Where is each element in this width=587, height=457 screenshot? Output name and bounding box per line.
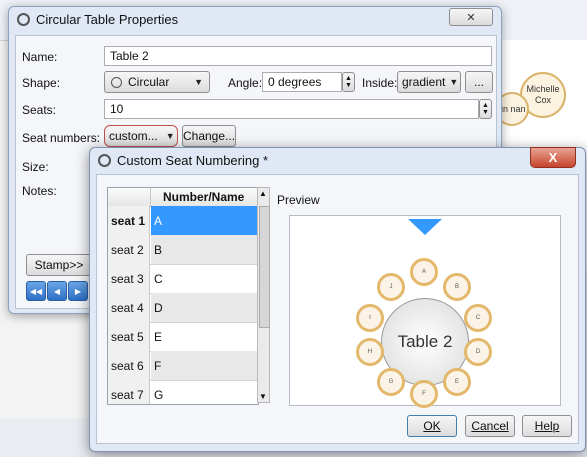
preview-seat: C xyxy=(464,304,492,332)
preview-seat: J xyxy=(377,273,405,301)
row-label: seat 4 xyxy=(108,293,150,322)
gear-icon xyxy=(17,13,30,26)
row-value-cell[interactable]: C xyxy=(151,264,258,293)
row-label: seat 7 xyxy=(108,380,150,404)
inside-label: Inside: xyxy=(362,76,398,90)
inside-dropdown[interactable]: gradient ▼ xyxy=(397,71,461,93)
stamp-button[interactable]: Stamp>> xyxy=(26,254,92,276)
name-label: Name: xyxy=(22,50,58,64)
table-row[interactable]: seat 2 B xyxy=(108,235,258,265)
row-value-cell[interactable]: A xyxy=(151,206,258,235)
grid-scrollbar[interactable]: ▲ ▼ xyxy=(257,187,270,403)
table-row[interactable]: seat 5 E xyxy=(108,322,258,352)
preview-seat: G xyxy=(377,368,405,396)
inside-value: gradient xyxy=(402,75,446,89)
seats-input[interactable]: 10 xyxy=(104,99,479,119)
custom-seat-numbering-dialog: Custom Seat Numbering * X Number/Name se… xyxy=(89,147,586,452)
preview-label: Preview xyxy=(277,193,320,207)
angle-input[interactable]: 0 degrees xyxy=(262,72,342,92)
scroll-up-icon[interactable]: ▲ xyxy=(259,189,267,198)
dialog-body: Number/Name seat 1 A seat 2 B seat 3 C s… xyxy=(96,174,579,444)
table-row[interactable]: seat 7 G xyxy=(108,380,258,404)
row-label: seat 2 xyxy=(108,235,150,264)
row-value-cell[interactable]: D xyxy=(151,293,258,322)
chevron-down-icon: ▼ xyxy=(449,77,459,87)
table-row[interactable]: seat 4 D xyxy=(108,293,258,323)
chevron-down-icon: ▼ xyxy=(194,77,203,87)
grid-header: Number/Name xyxy=(108,188,258,207)
help-button[interactable]: Help xyxy=(522,415,572,437)
scroll-down-icon[interactable]: ▼ xyxy=(259,392,267,401)
seat-numbering-grid: Number/Name seat 1 A seat 2 B seat 3 C s… xyxy=(107,187,259,405)
table-row[interactable]: seat 6 F xyxy=(108,351,258,381)
size-label: Size: xyxy=(22,160,49,174)
preview-seat: D xyxy=(464,338,492,366)
table-direction-indicator xyxy=(408,219,442,235)
seats-label: Seats: xyxy=(22,103,57,117)
dialog-title-text: Circular Table Properties xyxy=(36,12,179,27)
shape-value: Circular xyxy=(128,75,170,89)
name-input[interactable]: Table 2 xyxy=(104,46,492,66)
row-value-cell[interactable]: G xyxy=(151,380,258,404)
first-record-icon[interactable]: ◀◀ xyxy=(26,281,46,301)
preview-seat: B xyxy=(443,273,471,301)
ok-button[interactable]: OK xyxy=(407,415,457,437)
dialog-title: Custom Seat Numbering * xyxy=(98,153,268,168)
seat-numbers-label: Seat numbers: xyxy=(22,131,101,145)
seats-spinner[interactable]: ▲ ▼ xyxy=(479,99,492,119)
row-label: seat 5 xyxy=(108,322,150,351)
circle-shape-icon xyxy=(111,76,122,88)
seat-numbers-value: custom... xyxy=(109,129,158,143)
preview-seat: A xyxy=(410,258,438,286)
cancel-button[interactable]: Cancel xyxy=(465,415,515,437)
close-button[interactable]: ✕ xyxy=(449,8,493,26)
preview-seat: I xyxy=(356,304,384,332)
row-label: seat 6 xyxy=(108,351,150,380)
previous-record-icon[interactable]: ◀ xyxy=(47,281,67,301)
seat-numbers-dropdown[interactable]: custom... ▼ xyxy=(104,125,178,147)
row-label: seat 1 xyxy=(108,206,150,235)
shape-dropdown[interactable]: Circular ▼ xyxy=(104,71,210,93)
angle-spinner[interactable]: ▲ ▼ xyxy=(342,72,355,92)
dialog-title: Circular Table Properties xyxy=(17,12,178,27)
angle-label: Angle: xyxy=(228,76,263,90)
gear-icon xyxy=(98,154,111,167)
shape-label: Shape: xyxy=(22,76,61,90)
notes-label: Notes: xyxy=(22,184,57,198)
change-button[interactable]: Change... xyxy=(182,125,236,147)
next-record-icon[interactable]: ▶ xyxy=(68,281,88,301)
table-row[interactable]: seat 3 C xyxy=(108,264,258,294)
inside-more-button[interactable]: ... xyxy=(465,71,493,93)
close-button[interactable]: X xyxy=(530,147,576,168)
preview-seat: H xyxy=(356,338,384,366)
scrollbar-thumb[interactable] xyxy=(259,206,270,328)
row-value-cell[interactable]: B xyxy=(151,235,258,264)
row-value-cell[interactable]: F xyxy=(151,351,258,380)
table-preview: Table 2 A B C D E F G H I J xyxy=(289,215,561,408)
chevron-down-icon: ▼ xyxy=(165,131,175,141)
preview-seat: E xyxy=(443,368,471,396)
preview-seat: F xyxy=(410,380,438,408)
row-label: seat 3 xyxy=(108,264,150,293)
row-value-cell[interactable]: E xyxy=(151,322,258,351)
table-row[interactable]: seat 1 A xyxy=(108,206,258,236)
column-header: Number/Name xyxy=(163,190,245,204)
dialog-title-text: Custom Seat Numbering * xyxy=(117,153,269,168)
